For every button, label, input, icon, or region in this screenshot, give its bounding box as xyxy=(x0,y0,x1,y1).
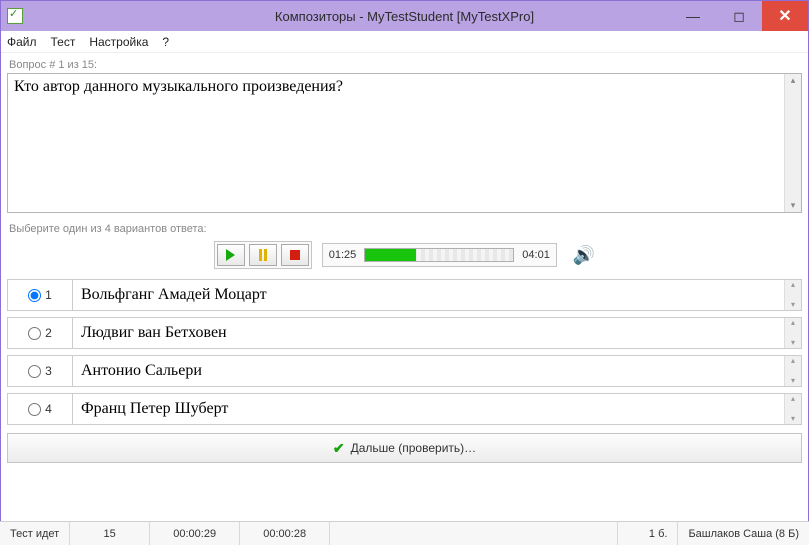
volume-icon[interactable]: 🔊 xyxy=(573,245,595,266)
titlebar: Композиторы - MyTestStudent [MyTestXPro]… xyxy=(1,1,808,31)
answer-radio[interactable] xyxy=(28,289,41,302)
answer-radio-cell[interactable]: 4 xyxy=(7,393,73,425)
answer-text-box[interactable]: Вольфганг Амадей Моцарт▴▾ xyxy=(73,279,802,311)
scroll-up-icon[interactable]: ▴ xyxy=(791,318,795,328)
audio-player: 01:25 04:01 🔊 xyxy=(7,241,802,269)
pause-button[interactable] xyxy=(249,244,277,266)
answer-scrollbar[interactable]: ▴▾ xyxy=(784,318,801,348)
answer-text: Вольфганг Амадей Моцарт xyxy=(81,286,267,304)
time-current: 01:25 xyxy=(329,249,357,261)
answer-row: 2Людвиг ван Бетховен▴▾ xyxy=(7,317,802,349)
answer-scrollbar[interactable]: ▴▾ xyxy=(784,394,801,424)
question-text: Кто автор данного музыкального произведе… xyxy=(14,78,343,95)
close-button[interactable]: ✕ xyxy=(762,1,808,31)
answer-text-box[interactable]: Антонио Сальери▴▾ xyxy=(73,355,802,387)
answer-number: 3 xyxy=(45,364,52,378)
menubar: Файл Тест Настройка ? xyxy=(1,31,808,53)
answer-text: Франц Петер Шуберт xyxy=(81,400,228,418)
answer-row: 3Антонио Сальери▴▾ xyxy=(7,355,802,387)
question-text-box: Кто автор данного музыкального произведе… xyxy=(7,73,802,213)
status-user: Башлаков Саша (8 Б) xyxy=(678,522,809,545)
answer-radio-cell[interactable]: 2 xyxy=(7,317,73,349)
progress-fill xyxy=(365,249,415,261)
answer-text: Антонио Сальери xyxy=(81,362,202,380)
stop-icon xyxy=(290,250,300,260)
question-scrollbar[interactable]: ▴ ▾ xyxy=(784,74,801,212)
answer-scrollbar[interactable]: ▴▾ xyxy=(784,280,801,310)
status-score: 1 б. xyxy=(618,522,678,545)
menu-settings[interactable]: Настройка xyxy=(89,35,148,49)
scroll-up-icon[interactable]: ▴ xyxy=(791,280,795,290)
answer-radio[interactable] xyxy=(28,327,41,340)
play-button[interactable] xyxy=(217,244,245,266)
pause-icon xyxy=(259,249,267,261)
time-progress-box: 01:25 04:01 xyxy=(322,243,557,267)
answer-row: 1Вольфганг Амадей Моцарт▴▾ xyxy=(7,279,802,311)
scroll-up-icon[interactable]: ▴ xyxy=(791,74,796,87)
answer-radio[interactable] xyxy=(28,403,41,416)
play-icon xyxy=(226,249,235,261)
player-button-group xyxy=(214,241,312,269)
answer-number: 4 xyxy=(45,402,52,416)
scroll-down-icon[interactable]: ▾ xyxy=(791,414,795,424)
answer-number: 1 xyxy=(45,288,52,302)
minimize-button[interactable]: — xyxy=(670,1,716,31)
next-button[interactable]: ✔ Дальше (проверить)… xyxy=(7,433,802,463)
menu-file[interactable]: Файл xyxy=(7,35,37,49)
answer-text-box[interactable]: Франц Петер Шуберт▴▾ xyxy=(73,393,802,425)
window-controls: — ◻ ✕ xyxy=(670,1,808,31)
scroll-down-icon[interactable]: ▾ xyxy=(791,376,795,386)
maximize-button[interactable]: ◻ xyxy=(716,1,762,31)
answer-hint: Выберите один из 4 вариантов ответа: xyxy=(9,223,802,235)
next-button-label: Дальше (проверить)… xyxy=(351,441,477,455)
menu-help[interactable]: ? xyxy=(162,35,169,49)
answer-radio-cell[interactable]: 3 xyxy=(7,355,73,387)
status-time-2: 00:00:28 xyxy=(240,522,330,545)
scroll-up-icon[interactable]: ▴ xyxy=(791,356,795,366)
question-counter: Вопрос # 1 из 15: xyxy=(9,59,802,71)
scroll-down-icon[interactable]: ▾ xyxy=(791,338,795,348)
stop-button[interactable] xyxy=(281,244,309,266)
time-total: 04:01 xyxy=(522,249,550,261)
answers-list: 1Вольфганг Амадей Моцарт▴▾2Людвиг ван Бе… xyxy=(7,279,802,425)
answer-row: 4Франц Петер Шуберт▴▾ xyxy=(7,393,802,425)
status-time-1: 00:00:29 xyxy=(150,522,240,545)
check-icon: ✔ xyxy=(333,440,345,457)
answer-scrollbar[interactable]: ▴▾ xyxy=(784,356,801,386)
menu-test[interactable]: Тест xyxy=(51,35,76,49)
scroll-down-icon[interactable]: ▾ xyxy=(791,300,795,310)
progress-bar[interactable] xyxy=(364,248,514,262)
answer-text-box[interactable]: Людвиг ван Бетховен▴▾ xyxy=(73,317,802,349)
answer-text: Людвиг ван Бетховен xyxy=(81,324,227,342)
answer-radio[interactable] xyxy=(28,365,41,378)
status-spacer xyxy=(330,522,618,545)
app-icon xyxy=(7,8,23,24)
scroll-up-icon[interactable]: ▴ xyxy=(791,394,795,404)
scroll-down-icon[interactable]: ▾ xyxy=(791,199,796,212)
status-state: Тест идет xyxy=(0,522,70,545)
status-total-questions: 15 xyxy=(70,522,150,545)
answer-number: 2 xyxy=(45,326,52,340)
answer-radio-cell[interactable]: 1 xyxy=(7,279,73,311)
statusbar: Тест идет 15 00:00:29 00:00:28 1 б. Башл… xyxy=(0,521,809,545)
